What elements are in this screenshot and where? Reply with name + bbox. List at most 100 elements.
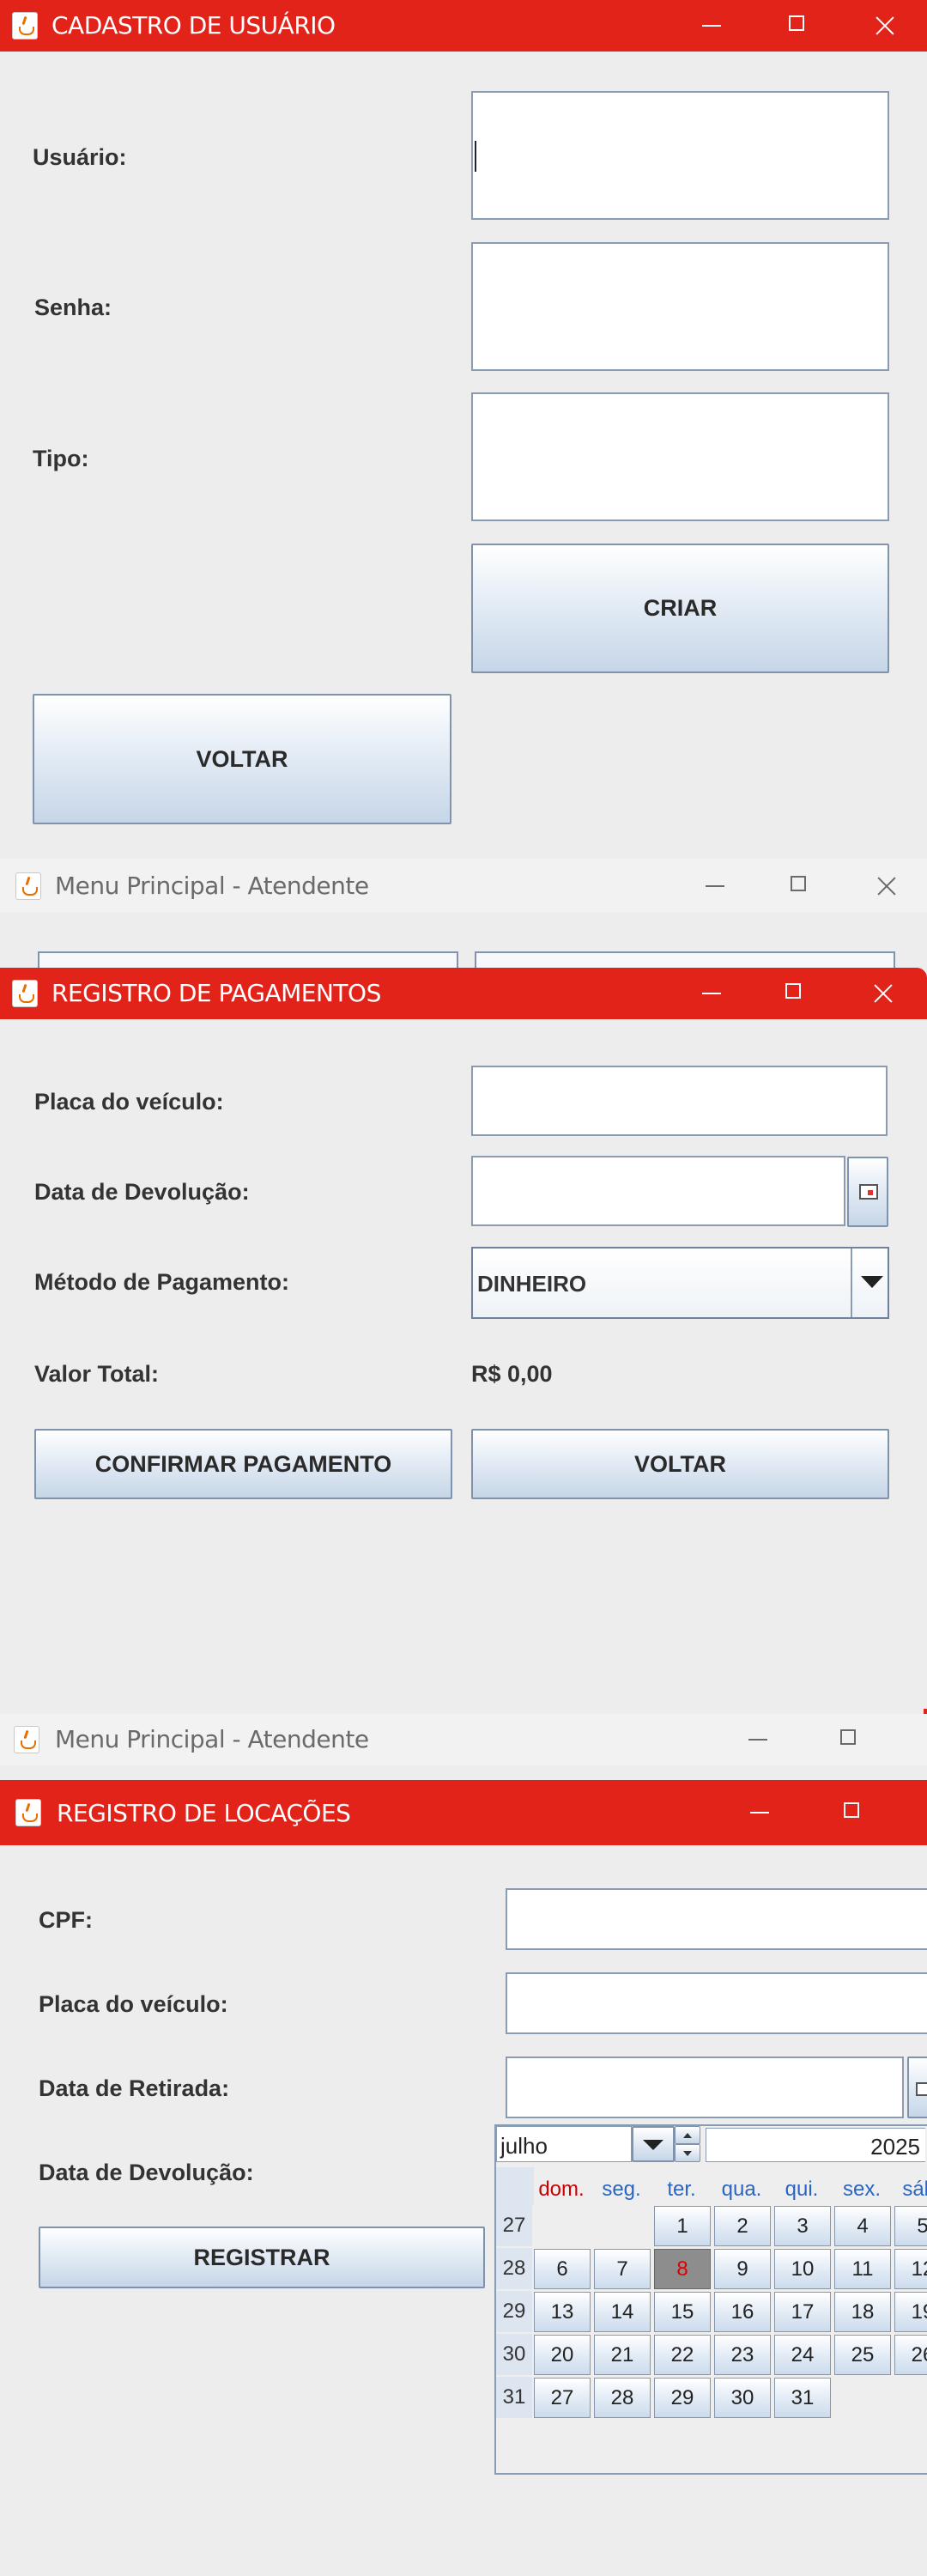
year-spinner[interactable]: 2025 — [706, 2128, 925, 2162]
calendar-day[interactable]: 17 — [774, 2292, 831, 2332]
calendar-day[interactable]: 19 — [894, 2292, 927, 2332]
payment-method-value: DINHEIRO — [477, 1271, 587, 1297]
maximize-icon[interactable] — [826, 1787, 877, 1838]
type-label: Tipo: — [33, 446, 89, 471]
arrow-up-icon — [683, 2132, 692, 2138]
type-input[interactable] — [471, 392, 889, 521]
window-title: REGISTRO DE LOCAÇÕES — [57, 1799, 351, 1827]
calendar-day[interactable]: 10 — [774, 2249, 831, 2289]
rental-dialog-titlebar[interactable]: REGISTRO DE LOCAÇÕES — [0, 1780, 927, 1845]
window-title: REGISTRO DE PAGAMENTOS — [52, 979, 381, 1007]
register-button[interactable]: REGISTRAR — [39, 2227, 485, 2288]
date-picker-button[interactable] — [847, 1157, 888, 1227]
maximize-icon[interactable] — [772, 860, 824, 912]
close-icon[interactable] — [858, 0, 910, 52]
calendar-day[interactable]: 4 — [834, 2206, 891, 2246]
java-icon — [15, 872, 41, 900]
calendar-day[interactable]: 30 — [714, 2378, 771, 2418]
calendar-day[interactable]: 16 — [714, 2292, 771, 2332]
payment-dialog-titlebar[interactable]: REGISTRO DE PAGAMENTOS — [0, 968, 927, 1019]
return-date-input[interactable] — [471, 1156, 845, 1226]
calendar-day[interactable]: 31 — [774, 2378, 831, 2418]
window-title: Menu Principal - Atendente — [55, 1725, 369, 1753]
chevron-down-icon — [643, 2140, 663, 2150]
calendar-day[interactable]: 2 — [714, 2206, 771, 2246]
month-spinner-up[interactable] — [675, 2126, 700, 2144]
back-button[interactable]: VOLTAR — [33, 694, 451, 824]
calendar-day[interactable]: 7 — [594, 2249, 651, 2289]
month-select[interactable]: julho — [496, 2126, 632, 2162]
week-number: 30 — [496, 2334, 532, 2375]
maximize-icon[interactable] — [771, 0, 822, 52]
month-dropdown-button[interactable] — [632, 2126, 675, 2162]
close-icon[interactable] — [857, 968, 908, 1019]
calendar-day[interactable]: 24 — [774, 2335, 831, 2375]
calendar-day[interactable]: 21 — [594, 2335, 651, 2375]
week-number: 27 — [496, 2205, 532, 2246]
menu-window-titlebar[interactable]: Menu Principal - Atendente — [0, 859, 927, 912]
month-spinner-down[interactable] — [675, 2144, 700, 2162]
calendar-day[interactable]: 3 — [774, 2206, 831, 2246]
calendar-day[interactable]: 1 — [654, 2206, 711, 2246]
java-icon — [12, 12, 38, 39]
menu-window-titlebar[interactable]: Menu Principal - Atendente — [0, 1714, 927, 1765]
window-title: Menu Principal - Atendente — [55, 872, 369, 900]
payment-method-select[interactable]: DINHEIRO — [471, 1247, 889, 1319]
calendar-day[interactable]: 23 — [714, 2335, 771, 2375]
pickup-date-label: Data de Retirada: — [39, 2075, 230, 2101]
minimize-icon[interactable] — [731, 1787, 783, 1838]
month-value: julho — [500, 2133, 548, 2159]
user-input[interactable] — [471, 91, 889, 220]
minimize-icon[interactable] — [687, 860, 738, 912]
pickup-date-input[interactable] — [506, 2057, 904, 2118]
calendar-day[interactable]: 12 — [894, 2249, 927, 2289]
calendar-day[interactable]: 20 — [534, 2335, 591, 2375]
plate-label: Placa do veículo: — [39, 1991, 228, 2017]
maximize-icon[interactable] — [822, 1714, 874, 1765]
calendar-day[interactable]: 13 — [534, 2292, 591, 2332]
window-title: CADASTRO DE USUÁRIO — [52, 11, 336, 39]
create-button[interactable]: CRIAR — [471, 544, 889, 673]
calendar-day[interactable]: 25 — [834, 2335, 891, 2375]
calendar-day[interactable]: 11 — [834, 2249, 891, 2289]
minimize-icon[interactable] — [730, 1714, 781, 1765]
maximize-icon[interactable] — [767, 968, 819, 1019]
plate-input[interactable] — [506, 1972, 927, 2034]
password-input[interactable] — [471, 242, 889, 371]
plate-input[interactable] — [471, 1066, 888, 1136]
return-date-label: Data de Devolução: — [34, 1179, 250, 1205]
password-label: Senha: — [34, 295, 112, 320]
close-icon[interactable] — [860, 860, 912, 912]
chevron-down-icon[interactable] — [861, 1276, 883, 1288]
weekday-header: seg. — [602, 2178, 641, 2201]
weekday-header: qui. — [785, 2178, 819, 2201]
calendar-day[interactable]: 6 — [534, 2249, 591, 2289]
minimize-icon[interactable] — [683, 0, 735, 52]
year-value: 2025 — [870, 2134, 920, 2160]
calendar-day[interactable]: 8 — [654, 2249, 711, 2289]
back-button[interactable]: VOLTAR — [471, 1429, 889, 1499]
user-dialog-titlebar[interactable]: CADASTRO DE USUÁRIO — [0, 0, 927, 52]
confirm-payment-button[interactable]: CONFIRMAR PAGAMENTO — [34, 1429, 452, 1499]
calendar-popup: julho 2025 dom.seg.ter.qua.qui.sex.sáb.2… — [494, 2124, 927, 2475]
java-icon — [14, 1726, 39, 1753]
calendar-day[interactable]: 15 — [654, 2292, 711, 2332]
calendar-day[interactable]: 18 — [834, 2292, 891, 2332]
calendar-day[interactable]: 22 — [654, 2335, 711, 2375]
week-number: 28 — [496, 2248, 532, 2289]
calendar-day[interactable]: 29 — [654, 2378, 711, 2418]
calendar-day[interactable]: 28 — [594, 2378, 651, 2418]
weekday-header: ter. — [667, 2178, 696, 2201]
text-caret — [475, 141, 476, 172]
calendar-day[interactable]: 27 — [534, 2378, 591, 2418]
calendar-day[interactable]: 14 — [594, 2292, 651, 2332]
week-number: 31 — [496, 2377, 532, 2418]
calendar-day[interactable]: 5 — [894, 2206, 927, 2246]
minimize-icon[interactable] — [683, 968, 735, 1019]
week-number: 29 — [496, 2291, 532, 2332]
cpf-input[interactable] — [506, 1888, 927, 1950]
weekday-header: sáb. — [902, 2178, 927, 2201]
date-picker-button[interactable] — [907, 2057, 927, 2118]
calendar-day[interactable]: 9 — [714, 2249, 771, 2289]
calendar-day[interactable]: 26 — [894, 2335, 927, 2375]
